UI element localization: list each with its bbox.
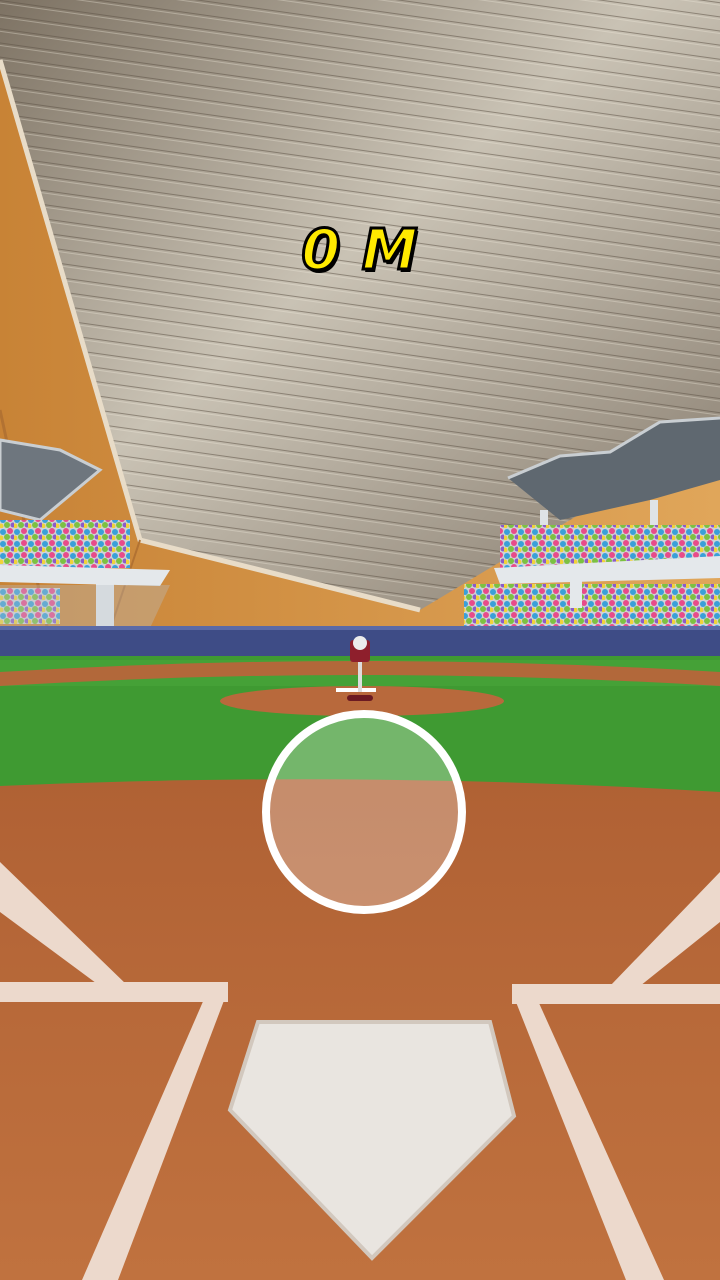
game-screen[interactable]: 0 M: [0, 0, 720, 1280]
aim-circle[interactable]: [262, 710, 466, 914]
stadium-scene: [0, 0, 720, 1280]
